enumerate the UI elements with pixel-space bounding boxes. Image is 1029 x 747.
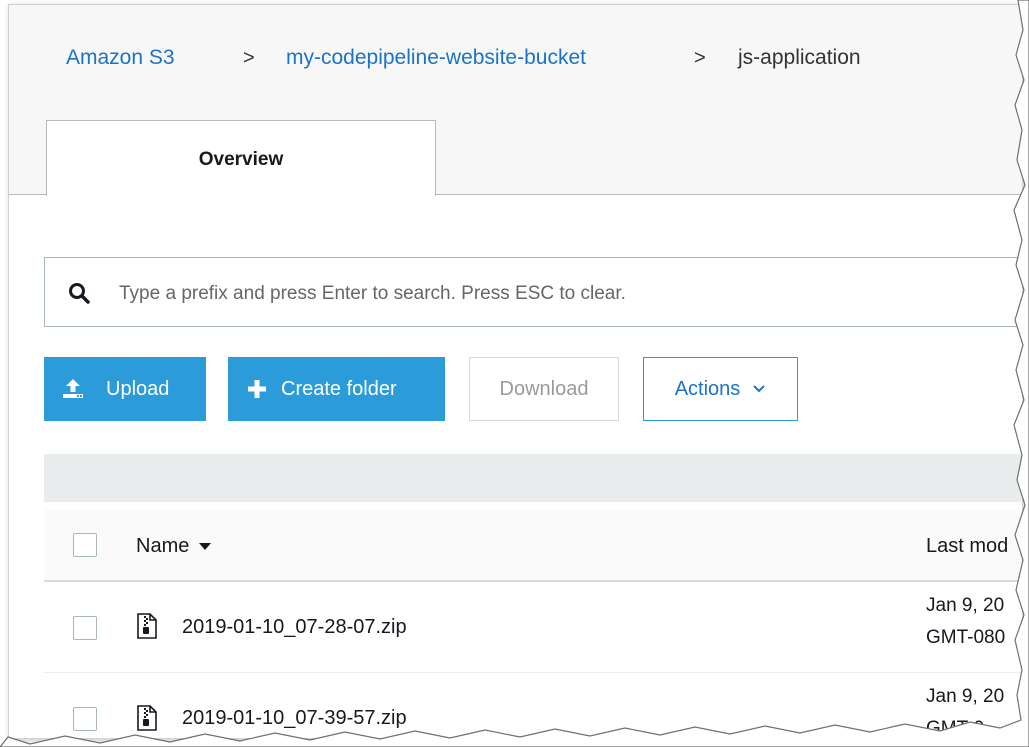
torn-edge-decoration <box>0 0 1029 747</box>
